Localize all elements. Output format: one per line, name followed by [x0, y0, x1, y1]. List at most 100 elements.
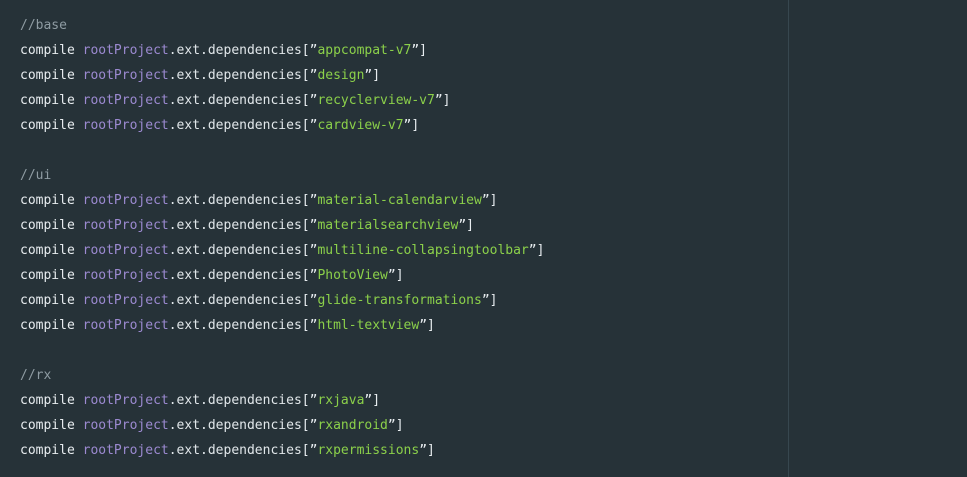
close-bracket: ”] [419, 318, 435, 333]
root-project-object: rootProject [82, 393, 169, 408]
close-bracket: ”] [403, 118, 420, 133]
root-project-object: rootProject [82, 443, 169, 458]
close-bracket: ”] [434, 93, 451, 108]
compile-keyword: compile [20, 318, 75, 333]
open-bracket: [” [301, 43, 318, 58]
compile-keyword: compile [20, 418, 75, 433]
comment-line: //rx [20, 363, 780, 388]
dependency-name: PhotoView [317, 268, 388, 283]
dependencies-accessor: .ext.dependencies [168, 93, 302, 108]
compile-keyword: compile [20, 393, 75, 408]
dependency-name: material-calendarview [317, 193, 482, 208]
root-project-object: rootProject [82, 68, 169, 83]
open-bracket: [” [301, 93, 318, 108]
compile-keyword: compile [20, 268, 75, 283]
root-project-object: rootProject [82, 293, 169, 308]
compile-keyword: compile [20, 443, 75, 458]
dependency-line: compile rootProject.ext.dependencies[”ap… [20, 38, 780, 63]
dependency-name: recyclerview-v7 [317, 93, 435, 108]
compile-keyword: compile [20, 243, 75, 258]
close-bracket: ”] [364, 68, 381, 83]
dependencies-accessor: .ext.dependencies [168, 243, 302, 258]
dependency-line: compile rootProject.ext.dependencies[”re… [20, 88, 780, 113]
open-bracket: [” [301, 243, 318, 258]
right-margin-guide [788, 0, 789, 477]
open-bracket: [” [301, 393, 318, 408]
close-bracket: ”] [481, 293, 498, 308]
dependency-line: compile rootProject.ext.dependencies[”ma… [20, 188, 780, 213]
dependency-line: compile rootProject.ext.dependencies[”rx… [20, 413, 780, 438]
compile-keyword: compile [20, 118, 75, 133]
dependencies-accessor: .ext.dependencies [168, 318, 302, 333]
dependency-name: materialsearchview [317, 218, 459, 233]
dependency-name: cardview-v7 [317, 118, 404, 133]
section-comment: //base [20, 18, 67, 33]
section-comment: //rx [20, 368, 52, 383]
section-comment: //ui [20, 168, 52, 183]
close-bracket: ”] [411, 43, 428, 58]
open-bracket: [” [301, 68, 318, 83]
dependency-line: compile rootProject.ext.dependencies[”ma… [20, 213, 780, 238]
close-bracket: ”] [458, 218, 474, 233]
compile-keyword: compile [20, 43, 75, 58]
root-project-object: rootProject [82, 418, 169, 433]
dependencies-accessor: .ext.dependencies [168, 393, 302, 408]
dependencies-accessor: .ext.dependencies [168, 418, 302, 433]
compile-keyword: compile [20, 293, 75, 308]
open-bracket: [” [301, 268, 318, 283]
dependency-name: multiline-collapsingtoolbar [317, 243, 529, 258]
dependency-name: glide-transformations [317, 293, 482, 308]
root-project-object: rootProject [82, 318, 169, 333]
compile-keyword: compile [20, 93, 75, 108]
comment-line: //base [20, 13, 780, 38]
compile-keyword: compile [20, 193, 75, 208]
compile-keyword: compile [20, 68, 75, 83]
open-bracket: [” [301, 443, 318, 458]
dependency-name: html-textview [317, 318, 420, 333]
close-bracket: ”] [528, 243, 545, 258]
root-project-object: rootProject [82, 193, 169, 208]
dependency-line: compile rootProject.ext.dependencies[”de… [20, 63, 780, 88]
open-bracket: [” [301, 218, 318, 233]
root-project-object: rootProject [82, 243, 169, 258]
dependency-name: rxandroid [317, 418, 388, 433]
compile-keyword: compile [20, 218, 75, 233]
dependency-line: compile rootProject.ext.dependencies[”ht… [20, 313, 780, 338]
close-bracket: ”] [364, 393, 381, 408]
close-bracket: ”] [419, 443, 435, 458]
code-block[interactable]: //base compile rootProject.ext.dependenci… [20, 13, 780, 463]
dependencies-accessor: .ext.dependencies [168, 218, 302, 233]
dependency-line: compile rootProject.ext.dependencies[”ca… [20, 113, 780, 138]
comment-line: //ui [20, 163, 780, 188]
open-bracket: [” [301, 118, 318, 133]
dependency-line: compile rootProject.ext.dependencies[”gl… [20, 288, 780, 313]
dependency-line: compile rootProject.ext.dependencies[”mu… [20, 238, 780, 263]
dependency-name: design [317, 68, 365, 83]
dependency-line: compile rootProject.ext.dependencies[”rx… [20, 438, 780, 463]
open-bracket: [” [301, 293, 318, 308]
dependencies-accessor: .ext.dependencies [168, 193, 302, 208]
open-bracket: [” [301, 318, 318, 333]
dependencies-accessor: .ext.dependencies [168, 268, 302, 283]
dependencies-accessor: .ext.dependencies [168, 68, 302, 83]
open-bracket: [” [301, 193, 318, 208]
root-project-object: rootProject [82, 93, 169, 108]
code-editor: //base compile rootProject.ext.dependenci… [0, 0, 967, 477]
dependency-name: rxpermissions [317, 443, 420, 458]
dependencies-accessor: .ext.dependencies [168, 293, 302, 308]
dependency-name: rxjava [317, 393, 365, 408]
close-bracket: ”] [387, 418, 404, 433]
root-project-object: rootProject [82, 218, 169, 233]
dependency-line: compile rootProject.ext.dependencies[”Ph… [20, 263, 780, 288]
open-bracket: [” [301, 418, 318, 433]
root-project-object: rootProject [82, 43, 169, 58]
dependencies-accessor: .ext.dependencies [168, 118, 302, 133]
dependencies-accessor: .ext.dependencies [168, 443, 302, 458]
dependency-name: appcompat-v7 [317, 43, 412, 58]
root-project-object: rootProject [82, 268, 169, 283]
close-bracket: ”] [387, 268, 404, 283]
dependency-line: compile rootProject.ext.dependencies[”rx… [20, 388, 780, 413]
dependencies-accessor: .ext.dependencies [168, 43, 302, 58]
